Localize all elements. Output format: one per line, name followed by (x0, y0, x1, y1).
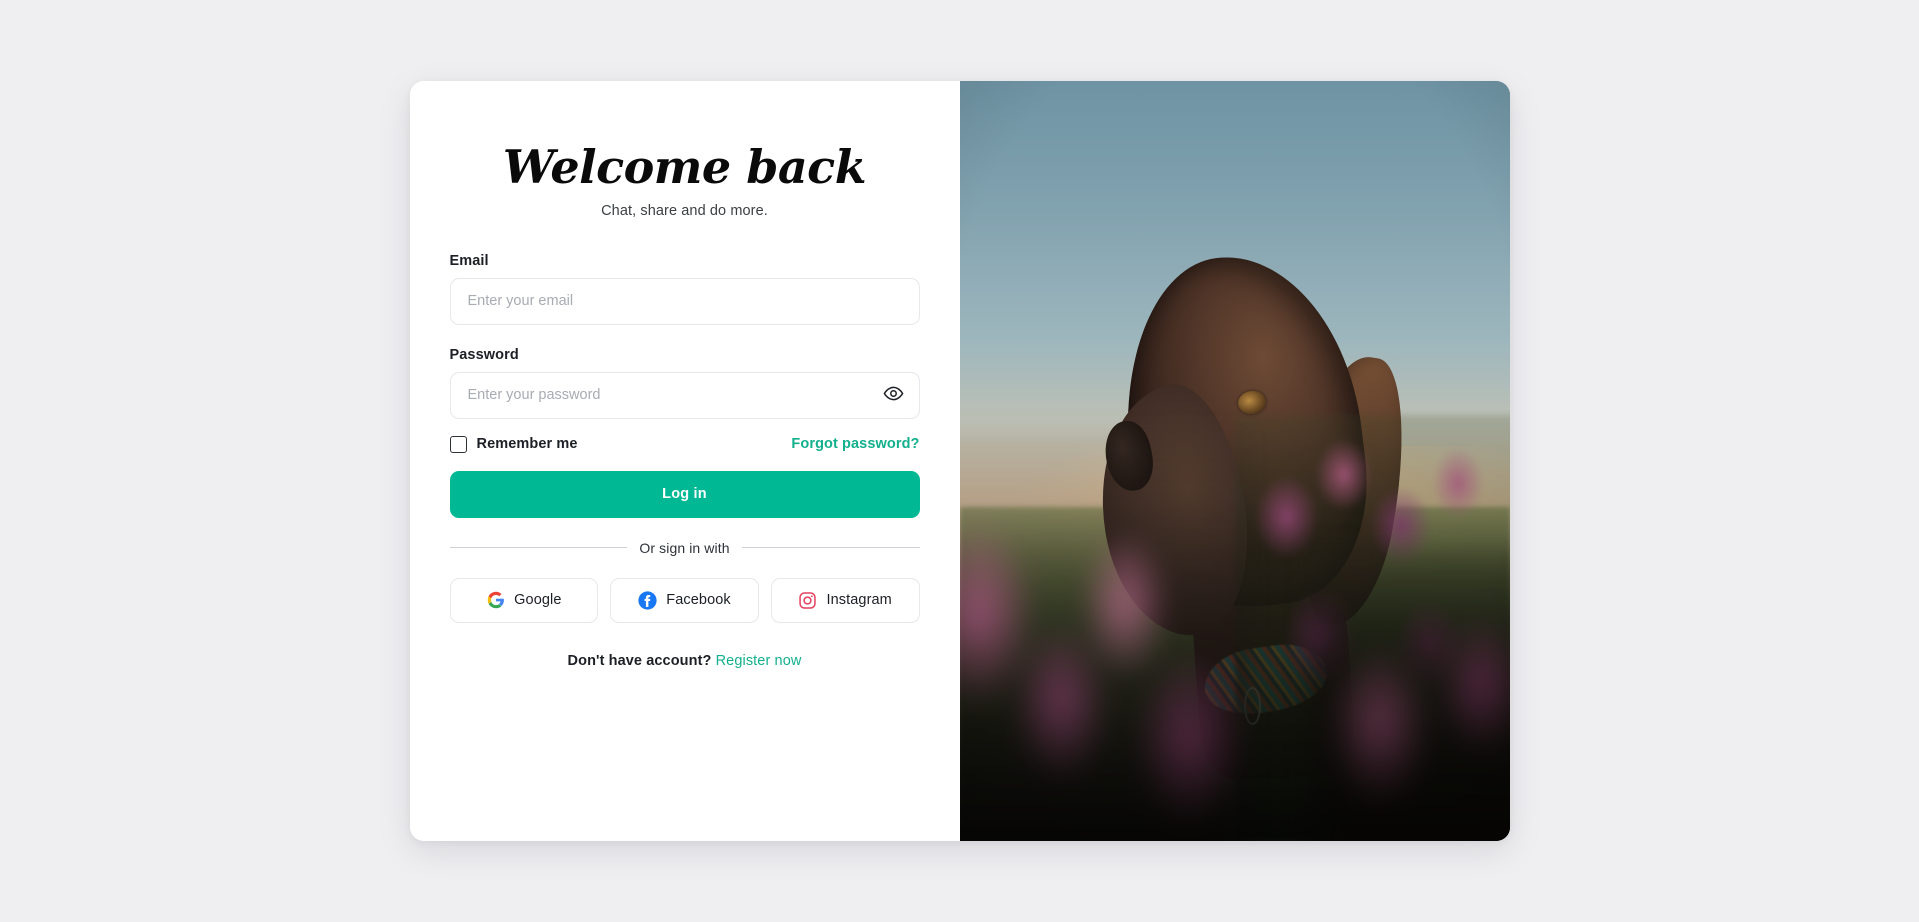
password-label: Password (449, 346, 519, 363)
photo-vignette (959, 81, 1510, 841)
remember-me-checkbox[interactable] (449, 435, 467, 453)
toggle-password-visibility-button[interactable] (881, 382, 907, 408)
instagram-login-label: Instagram (826, 592, 892, 609)
forgot-password-link[interactable]: Forgot password? (791, 436, 919, 452)
remember-me-label: Remember me (476, 436, 578, 453)
email-input-wrap (449, 277, 920, 325)
email-input[interactable] (449, 277, 920, 325)
login-button[interactable]: Log in (449, 470, 920, 518)
email-label: Email (449, 252, 489, 269)
login-card: Welcome back Chat, share and do more. Em… (409, 81, 1510, 841)
instagram-icon (798, 591, 817, 610)
register-now-link[interactable]: Register now (716, 653, 802, 669)
form-options-row: Remember me Forgot password? (449, 435, 920, 453)
facebook-icon (638, 591, 657, 610)
login-form-pane: Welcome back Chat, share and do more. Em… (409, 81, 960, 841)
email-field-group: Email (449, 252, 920, 325)
page-subtitle: Chat, share and do more. (601, 202, 768, 219)
google-icon (486, 591, 505, 610)
register-prompt: Don't have account? (567, 652, 712, 669)
divider-line-right (741, 547, 920, 549)
google-login-label: Google (514, 592, 562, 609)
facebook-login-button[interactable]: Facebook (610, 577, 759, 623)
social-divider: Or sign in with (449, 539, 920, 556)
password-input[interactable] (449, 371, 920, 419)
facebook-login-label: Facebook (666, 592, 731, 609)
hero-photo-pane (959, 81, 1510, 841)
google-login-button[interactable]: Google (449, 577, 599, 623)
social-login-row: Google Facebook Instagram (449, 577, 920, 623)
password-input-wrap (449, 371, 920, 419)
divider-line-left (449, 547, 628, 549)
divider-label: Or sign in with (639, 539, 730, 556)
register-row: Don't have account? Register now (450, 653, 920, 669)
instagram-login-button[interactable]: Instagram (770, 577, 920, 623)
remember-me-control[interactable]: Remember me (449, 435, 578, 453)
page-title: Welcome back (502, 140, 867, 194)
eye-icon (883, 383, 904, 407)
password-field-group: Password (449, 346, 920, 419)
